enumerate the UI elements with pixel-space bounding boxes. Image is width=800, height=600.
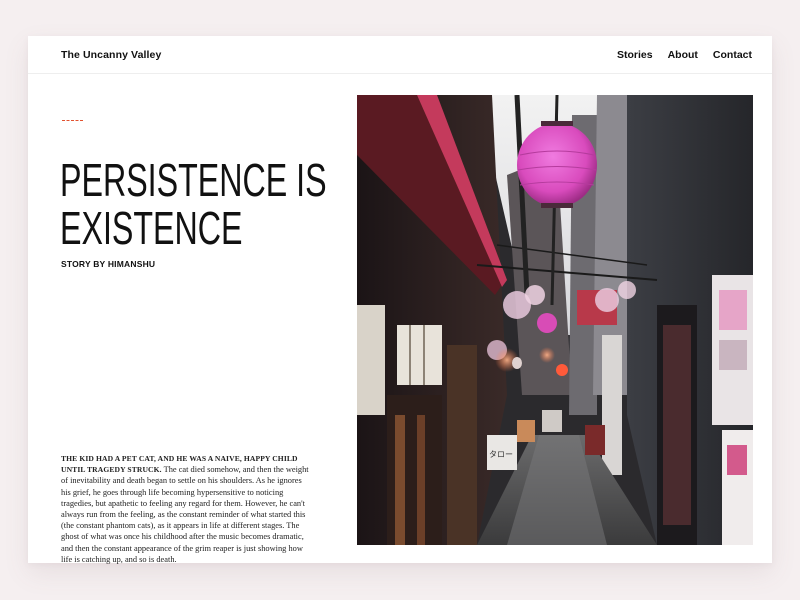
site-title-link[interactable]: The Uncanny Valley (61, 49, 161, 61)
shop-sign-text: タロー (489, 450, 513, 459)
article-body-text: The cat died somehow, and then the weigh… (61, 465, 309, 564)
article-title-line-1: PERSISTENCE IS (60, 154, 327, 206)
nav-link-about[interactable]: About (668, 49, 698, 61)
hero-photo-alley-with-lanterns: タロー (357, 95, 753, 545)
nav-link-stories[interactable]: Stories (617, 49, 653, 61)
page-card: The Uncanny Valley Stories About Contact… (28, 36, 772, 565)
top-navigation-bar: The Uncanny Valley Stories About Contact (28, 36, 772, 74)
article-title: PERSISTENCE IS EXISTENCE (60, 154, 327, 254)
article-body: The kid had a pet cat, and he was a naiv… (61, 453, 311, 565)
nav-link-contact[interactable]: Contact (713, 49, 752, 61)
article-title-line-2: EXISTENCE (60, 202, 243, 254)
accent-divider (62, 120, 83, 121)
article-byline: STORY BY HIMANSHU (61, 259, 156, 269)
main-nav: Stories About Contact (617, 49, 752, 61)
